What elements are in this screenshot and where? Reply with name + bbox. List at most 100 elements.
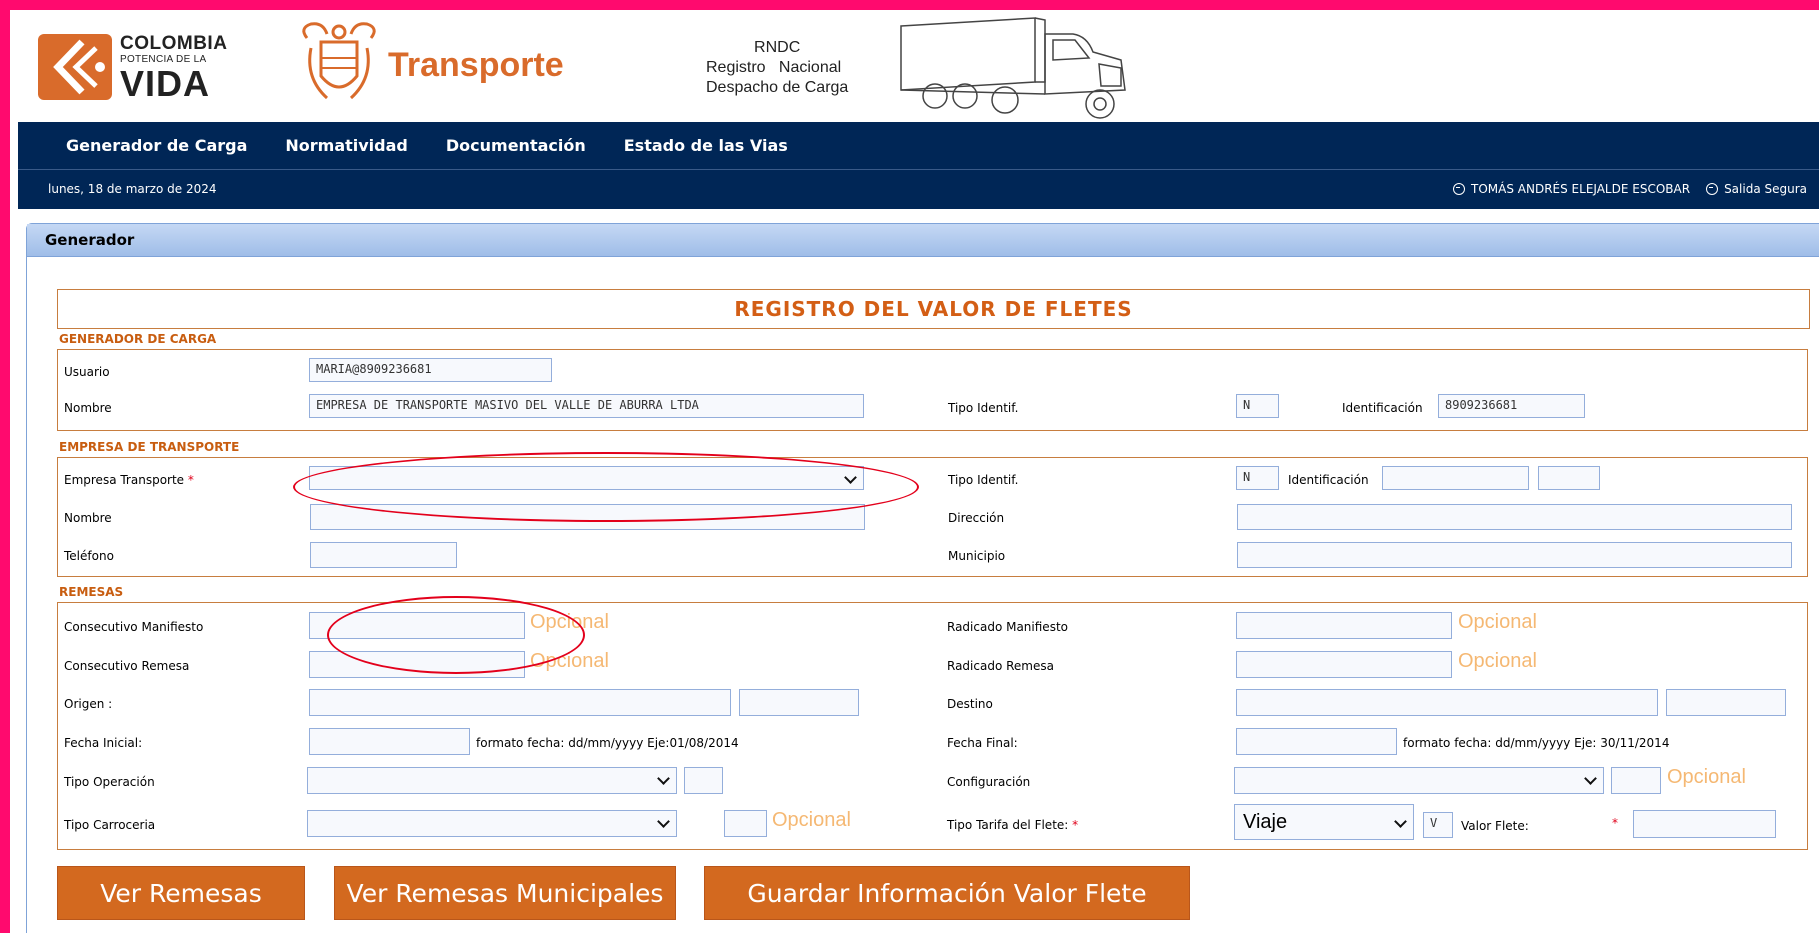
empresa-label: Empresa Transporte *: [64, 473, 194, 487]
empresa-id-label: Identificación: [1288, 473, 1369, 487]
user-name: TOMÁS ANDRÉS ELEJALDE ESCOBAR: [1471, 182, 1691, 196]
rad-manifiesto-field[interactable]: [1236, 612, 1452, 639]
empresa-nombre-field[interactable]: [310, 504, 865, 530]
colombia-logo-mark-icon: [38, 34, 112, 100]
fecha-final-hint: formato fecha: dd/mm/yyyy Eje: 30/11/201…: [1403, 736, 1670, 750]
nav-item-normatividad[interactable]: Normatividad: [285, 136, 408, 155]
logout-label: Salida Segura: [1724, 182, 1807, 196]
chevron-down-icon: [657, 815, 670, 828]
direccion-label: Dirección: [948, 511, 1005, 525]
fecha-inicial-field[interactable]: [309, 728, 470, 755]
truck-icon: [900, 17, 1126, 119]
rad-remesa-label: Radicado Remesa: [947, 659, 1054, 673]
guardar-valor-flete-button[interactable]: Guardar Información Valor Flete: [704, 866, 1190, 920]
rndc-line1: RNDC: [754, 39, 801, 56]
panel-title: Generador: [27, 224, 1819, 257]
empresa-id-field[interactable]: [1382, 466, 1529, 490]
empresa-dv-field[interactable]: [1538, 466, 1600, 490]
configuracion-code[interactable]: [1611, 767, 1661, 794]
required-mark: *: [1072, 818, 1079, 832]
origen-code-field[interactable]: [739, 689, 859, 716]
tipo-operacion-label: Tipo Operación: [64, 775, 155, 789]
ver-remesas-button[interactable]: Ver Remesas: [57, 866, 305, 920]
chevron-down-icon: [844, 471, 857, 484]
tipo-identif-field[interactable]: N: [1236, 394, 1279, 418]
tipo-carroceria-label: Tipo Carroceria: [64, 818, 156, 832]
tipo-carroceria-code[interactable]: [724, 810, 767, 837]
section-empresa: EMPRESA DE TRANSPORTE: [59, 440, 240, 454]
fecha-inicial-label: Fecha Inicial:: [64, 736, 143, 750]
required-mark: *: [1612, 816, 1618, 830]
identificacion-field[interactable]: 8909236681: [1438, 394, 1585, 418]
tipo-tarifa-label-text: Tipo Tarifa del Flete:: [947, 818, 1069, 832]
user-link[interactable]: TOMÁS ANDRÉS ELEJALDE ESCOBAR: [1453, 182, 1690, 196]
coat-of-arms-icon: [302, 22, 376, 100]
section-remesas: REMESAS: [59, 585, 124, 599]
telefono-label: Teléfono: [64, 549, 114, 563]
section-generador: GENERADOR DE CARGA: [59, 332, 217, 346]
form-banner: REGISTRO DEL VALOR DE FLETES: [57, 289, 1810, 329]
tipo-carroceria-select[interactable]: [307, 810, 677, 837]
nombre-field[interactable]: EMPRESA DE TRANSPORTE MASIVO DEL VALLE D…: [309, 394, 864, 418]
nav-menu: Generador de Carga Normatividad Document…: [18, 122, 1819, 170]
destino-field[interactable]: [1236, 689, 1658, 716]
remesas-box: Consecutivo Manifiesto Opcional Radicado…: [57, 602, 1808, 850]
configuracion-select[interactable]: [1234, 767, 1604, 794]
destino-code-field[interactable]: [1666, 689, 1786, 716]
cons-manifiesto-field[interactable]: [309, 612, 525, 639]
tipo-operacion-code[interactable]: [684, 767, 723, 794]
nav-item-estado-vias[interactable]: Estado de las Vias: [624, 136, 788, 155]
cons-remesa-label: Consecutivo Remesa: [64, 659, 190, 673]
rad-manifiesto-label: Radicado Manifiesto: [947, 620, 1068, 634]
generador-panel: Generador REGISTRO DEL VALOR DE FLETES G…: [26, 223, 1819, 933]
opcional-hint: Opcional: [1667, 766, 1746, 788]
ver-remesas-municipales-button[interactable]: Ver Remesas Municipales: [334, 866, 676, 920]
opcional-hint: Opcional: [1458, 650, 1537, 672]
nombre-label: Nombre: [64, 401, 112, 415]
origen-label: Origen :: [64, 697, 113, 711]
generador-box: Usuario MARIA@8909236681 Nombre EMPRESA …: [57, 349, 1808, 431]
fecha-final-field[interactable]: [1236, 728, 1397, 755]
usuario-field[interactable]: MARIA@8909236681: [309, 358, 552, 382]
identificacion-label: Identificación: [1342, 401, 1423, 415]
empresa-label-text: Empresa Transporte: [64, 473, 185, 487]
arrow-circle-icon: [1453, 183, 1465, 195]
direccion-field[interactable]: [1237, 504, 1792, 530]
rndc-line3: Despacho de Carga: [706, 79, 849, 96]
user-area: TOMÁS ANDRÉS ELEJALDE ESCOBAR Salida Seg…: [1453, 182, 1807, 196]
rad-remesa-field[interactable]: [1236, 651, 1452, 678]
rndc-title: RNDC Registro Nacional Despacho de Carga: [706, 38, 848, 98]
cons-remesa-field[interactable]: [309, 651, 525, 678]
origen-field[interactable]: [309, 689, 731, 716]
empresa-nombre-label: Nombre: [64, 511, 112, 525]
empresa-tipo-label: Tipo Identif.: [948, 473, 1019, 487]
municipio-label: Municipio: [948, 549, 1006, 563]
tarifa-code-field[interactable]: V: [1423, 812, 1453, 838]
logout-link[interactable]: Salida Segura: [1706, 182, 1807, 196]
nav-status-bar: lunes, 18 de marzo de 2024 TOMÁS ANDRÉS …: [18, 170, 1819, 208]
tipo-tarifa-label: Tipo Tarifa del Flete: *: [947, 818, 1078, 832]
tipo-operacion-select[interactable]: [307, 767, 677, 794]
nav-item-generador[interactable]: Generador de Carga: [66, 136, 247, 155]
colombia-logo-text: COLOMBIA POTENCIA DE LA VIDA: [120, 34, 227, 102]
chevron-down-icon: [1584, 772, 1597, 785]
required-mark: *: [187, 473, 194, 487]
tipo-tarifa-select[interactable]: Viaje: [1234, 804, 1414, 840]
valor-flete-field[interactable]: [1633, 810, 1776, 838]
page: COLOMBIA POTENCIA DE LA VIDA Transporte …: [10, 10, 1819, 933]
chevron-down-icon: [657, 772, 670, 785]
municipio-field[interactable]: [1237, 542, 1792, 568]
empresa-transporte-select[interactable]: [309, 466, 864, 490]
colombia-logo: COLOMBIA POTENCIA DE LA VIDA: [38, 24, 238, 104]
usuario-label: Usuario: [64, 365, 110, 379]
rndc-line2: Registro Nacional: [706, 59, 842, 76]
current-date: lunes, 18 de marzo de 2024: [48, 182, 217, 196]
nav-item-documentacion[interactable]: Documentación: [446, 136, 586, 155]
configuracion-label: Configuración: [947, 775, 1031, 789]
logo-line3: VIDA: [120, 63, 211, 104]
destino-label: Destino: [947, 697, 993, 711]
telefono-field[interactable]: [310, 542, 457, 568]
empresa-tipo-field[interactable]: N: [1236, 466, 1279, 490]
tipo-identif-label: Tipo Identif.: [948, 401, 1019, 415]
fecha-inicial-hint: formato fecha: dd/mm/yyyy Eje:01/08/2014: [476, 736, 739, 750]
